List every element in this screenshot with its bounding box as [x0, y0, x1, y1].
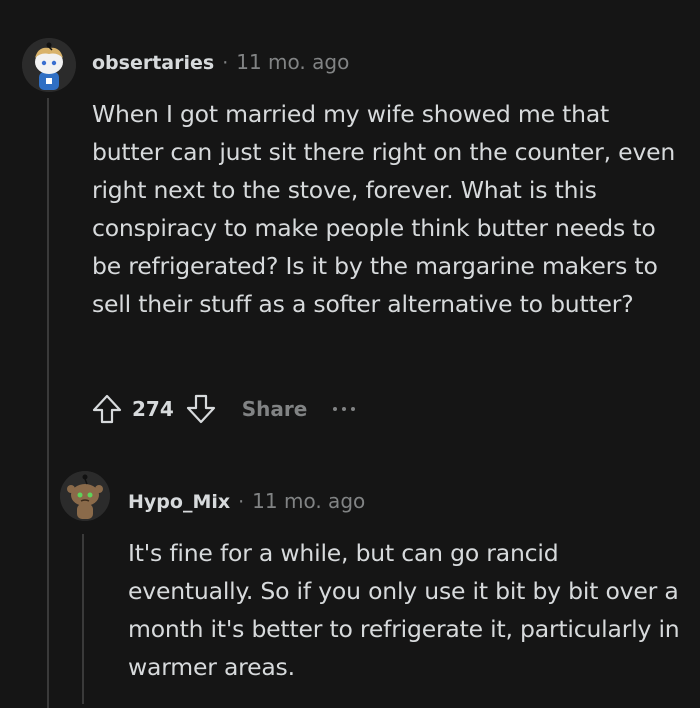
upvote-button[interactable] [90, 392, 124, 426]
comment-author[interactable]: Hypo_Mix [128, 491, 230, 513]
comment-author[interactable]: obsertaries [92, 52, 214, 74]
vote-count: 274 [132, 397, 174, 421]
downvote-button[interactable] [184, 392, 218, 426]
comment-text: When I got married my wife showed me tha… [92, 100, 676, 318]
meta-separator: · [238, 491, 245, 513]
comment-actions: 274 Share [90, 390, 356, 428]
snoo-avatar-icon [60, 471, 110, 521]
share-button[interactable]: Share [242, 397, 308, 421]
comment-body: When I got married my wife showed me tha… [92, 95, 682, 323]
meta-separator: · [222, 52, 229, 74]
thread-line[interactable] [47, 98, 49, 708]
comment-meta: Hypo_Mix · 11 mo. ago [128, 489, 365, 513]
comment-meta: obsertaries · 11 mo. ago [92, 50, 349, 74]
comment-text: It's fine for a while, but can go rancid… [128, 539, 680, 681]
user-avatar[interactable] [22, 38, 76, 92]
downvote-arrow-icon [186, 394, 215, 424]
more-options-icon[interactable] [333, 407, 356, 411]
user-avatar[interactable] [60, 471, 110, 521]
comment-body: It's fine for a while, but can go rancid… [128, 534, 688, 686]
comment-timestamp[interactable]: 11 mo. ago [236, 50, 349, 74]
comment-timestamp[interactable]: 11 mo. ago [252, 489, 365, 513]
upvote-arrow-icon [92, 394, 122, 424]
reply-thread-line[interactable] [82, 534, 84, 704]
snoo-avatar-icon [22, 38, 76, 92]
